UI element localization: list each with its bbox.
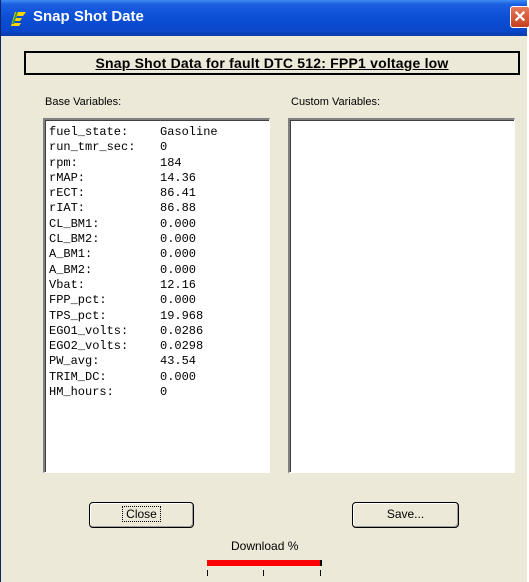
variable-row: TRIM_DC: 0.000 <box>49 370 218 385</box>
variable-name: CL_BM1: <box>49 216 100 231</box>
title-bar[interactable]: Snap Shot Date ✕ <box>1 0 529 36</box>
variable-value: Gasoline <box>160 125 218 139</box>
variable-value: 12.16 <box>160 277 197 292</box>
variable-row: rpm: 184 <box>49 156 218 171</box>
variable-row: TPS_pct: 19.968 <box>49 309 218 324</box>
variable-value: 0.000 <box>160 216 197 231</box>
progress-tick <box>263 570 264 576</box>
snapshot-window: Snap Shot Date ✕ Snap Shot Data for faul… <box>0 0 529 582</box>
variable-row: CL_BM2: 0.000 <box>49 232 218 247</box>
close-icon[interactable]: ✕ <box>510 6 529 28</box>
variable-name: EGO1_volts: <box>49 323 129 338</box>
download-progress-fill <box>207 560 321 566</box>
base-variables-rows: fuel_state: Gasoline run_tmr_sec: 0 rpm: 184 r… <box>49 125 218 400</box>
close-button-label: Close <box>122 506 161 522</box>
variable-row: PW_avg: 43.54 <box>49 354 218 369</box>
variable-name: TRIM_DC: <box>49 369 107 384</box>
variable-row: Vbat: 12.16 <box>49 278 218 293</box>
variable-name: fuel_state: <box>49 125 129 139</box>
save-button[interactable]: Save... <box>352 502 459 528</box>
variable-value: 0.000 <box>160 369 197 384</box>
app-logo-icon <box>11 12 26 26</box>
variable-name: rMAP: <box>49 170 86 185</box>
variable-row: rMAP: 14.36 <box>49 171 218 186</box>
variable-name: TPS_pct: <box>49 308 107 323</box>
variable-name: CL_BM2: <box>49 232 100 247</box>
variable-value: 0.000 <box>160 232 197 247</box>
variable-name: Vbat: <box>49 277 86 292</box>
fault-header-text: Snap Shot Data for fault DTC 512: FPP1 v… <box>95 55 449 71</box>
variable-value: 0 <box>160 140 168 155</box>
variable-name: FPP_pct: <box>49 293 107 308</box>
window-title: Snap Shot Date <box>33 8 144 25</box>
variable-row: FPP_pct: 0.000 <box>49 293 218 308</box>
base-variables-label: Base Variables: <box>45 96 122 108</box>
download-label: Download % <box>231 539 299 553</box>
variable-name: rpm: <box>49 155 78 170</box>
variable-value: 0.000 <box>160 293 197 308</box>
variable-name: run_tmr_sec: <box>49 140 136 155</box>
variable-value: 0.000 <box>160 247 197 262</box>
fault-header: Snap Shot Data for fault DTC 512: FPP1 v… <box>24 51 520 75</box>
variable-row: A_BM1: 0.000 <box>49 247 218 262</box>
variable-row: fuel_state: Gasoline <box>49 125 218 140</box>
variable-value: 86.88 <box>160 201 197 216</box>
base-variables-list[interactable]: fuel_state: Gasoline run_tmr_sec: 0 rpm: 184 r… <box>43 118 270 473</box>
variable-row: CL_BM1: 0.000 <box>49 217 218 232</box>
variable-name: HM_hours: <box>49 385 114 400</box>
progress-end-marker <box>320 560 322 566</box>
progress-tick <box>320 570 321 576</box>
variable-value: 0.000 <box>160 262 197 277</box>
variable-name: A_BM2: <box>49 262 93 277</box>
custom-variables-list[interactable] <box>288 118 515 473</box>
variable-row: rECT: 86.41 <box>49 186 218 201</box>
variable-row: HM_hours: 0 <box>49 385 218 400</box>
variable-row: EGO2_volts: 0.0298 <box>49 339 218 354</box>
custom-variables-label: Custom Variables: <box>291 96 381 108</box>
variable-name: EGO2_volts: <box>49 339 129 354</box>
variable-value: 0 <box>160 385 168 400</box>
variable-name: rECT: <box>49 186 86 201</box>
variable-value: 19.968 <box>160 308 204 323</box>
variable-value: 43.54 <box>160 354 197 369</box>
variable-name: rIAT: <box>49 201 86 216</box>
variable-row: rIAT: 86.88 <box>49 201 218 216</box>
variable-value: 0.0286 <box>160 323 204 338</box>
progress-tick <box>207 570 208 576</box>
variable-name: PW_avg: <box>49 354 100 369</box>
close-button[interactable]: Close <box>89 502 194 528</box>
variable-name: A_BM1: <box>49 247 93 262</box>
variable-value: 86.41 <box>160 186 197 201</box>
variable-row: A_BM2: 0.000 <box>49 263 218 278</box>
variable-row: EGO1_volts: 0.0286 <box>49 324 218 339</box>
variable-value: 14.36 <box>160 170 197 185</box>
download-progress-bar <box>207 560 321 566</box>
variable-value: 0.0298 <box>160 339 204 354</box>
save-button-label: Save... <box>386 507 425 521</box>
variable-row: run_tmr_sec: 0 <box>49 140 218 155</box>
variable-value: 184 <box>160 155 182 170</box>
